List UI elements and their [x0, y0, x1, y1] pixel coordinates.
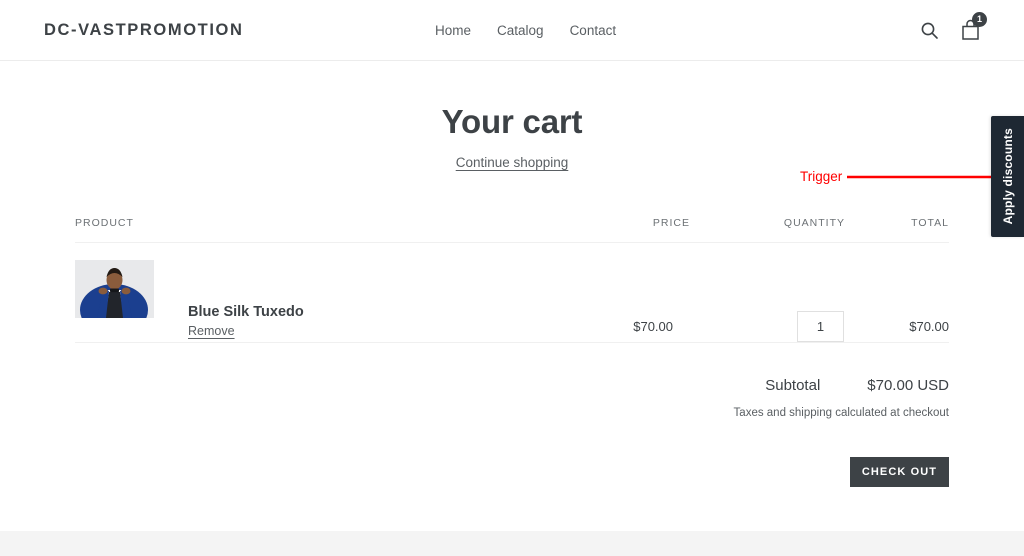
- nav-item-home[interactable]: Home: [433, 23, 473, 39]
- site-logo[interactable]: DC-VASTPROMOTION: [44, 21, 243, 40]
- table-row: Blue Silk Tuxedo Remove $70.00 1 $70.00: [75, 243, 949, 343]
- nav-item-contact[interactable]: Contact: [568, 23, 619, 39]
- subtotal-row: Subtotal $70.00 USD: [75, 377, 949, 394]
- subtotal-label: Subtotal: [765, 377, 821, 394]
- cart-table: PRODUCT PRICE QUANTITY TOTAL Blue Silk T…: [75, 212, 949, 487]
- cart-totals: Subtotal $70.00 USD Taxes and shipping c…: [75, 377, 949, 419]
- site-header: DC-VASTPROMOTION Home Catalog Contact 1: [0, 0, 1024, 61]
- header-icon-group: 1: [917, 12, 987, 44]
- tax-shipping-note: Taxes and shipping calculated at checkou…: [733, 407, 949, 419]
- product-line-total: $70.00: [909, 319, 949, 334]
- cart-count-badge: 1: [972, 12, 987, 27]
- subtotal-value: $70.00 USD: [867, 377, 949, 394]
- main-navigation: Home Catalog Contact: [433, 23, 618, 39]
- cart-table-header: PRODUCT PRICE QUANTITY TOTAL: [75, 212, 949, 243]
- annotation-label: Trigger: [800, 169, 843, 184]
- nav-item-catalog[interactable]: Catalog: [495, 23, 546, 39]
- search-icon[interactable]: [917, 16, 941, 44]
- annotation-arrow-icon: [847, 170, 1008, 184]
- footer-band: [0, 531, 1024, 556]
- page-title: Your cart: [441, 103, 583, 140]
- cart-page: DC-VASTPROMOTION Home Catalog Contact 1: [0, 0, 1024, 556]
- apply-discounts-tab-label: Apply discounts: [1000, 128, 1015, 225]
- continue-shopping-link[interactable]: Continue shopping: [456, 155, 569, 170]
- checkout-button[interactable]: CHECK OUT: [850, 457, 949, 487]
- column-header-total: TOTAL: [911, 217, 949, 229]
- product-thumbnail[interactable]: [75, 260, 154, 318]
- apply-discounts-tab[interactable]: Apply discounts: [991, 116, 1024, 237]
- cart-icon[interactable]: 1: [958, 12, 987, 44]
